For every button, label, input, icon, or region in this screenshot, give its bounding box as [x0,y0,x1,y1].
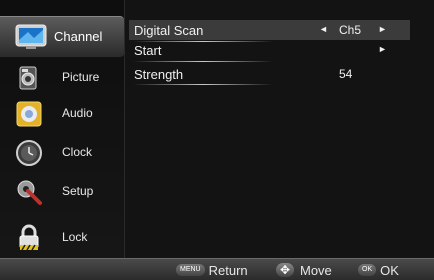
menu-row-label: Digital Scan [134,23,204,38]
return-label: Return [208,262,248,278]
footer-move-hint: ✥ Move [276,262,332,278]
tv-icon [14,22,47,52]
channel-menu-panel: Digital Scan ◄ Ch5 ► Start ► Strength 54 [125,0,434,258]
sidebar-item-audio[interactable]: Audio [0,94,124,134]
sidebar: Channel Picture Audio Clock Setup Lock [0,0,125,258]
sidebar-item-label: Picture [62,70,100,84]
menu-row-value: 54 [339,67,353,81]
arrow-right-icon[interactable]: ► [378,24,387,34]
clock-icon [14,138,44,168]
audio-icon [14,99,44,129]
setup-tools-icon [14,177,44,207]
sidebar-item-setup[interactable]: Setup [0,172,124,212]
menu-button-icon: MENU [176,264,205,276]
arrow-left-icon[interactable]: ◄ [319,24,328,34]
menu-row-value: Ch5 [339,23,362,37]
sidebar-item-label: Setup [62,184,94,198]
menu-row-digital-scan[interactable]: Digital Scan ◄ Ch5 ► [129,20,410,40]
sidebar-item-picture[interactable]: Picture [0,58,124,98]
menu-row-start[interactable]: Start ► [129,40,410,60]
ok-label: OK [380,262,399,278]
sidebar-item-channel[interactable]: Channel [0,16,124,58]
separator [133,84,273,85]
sidebar-item-label: Channel [54,29,103,44]
footer-return-hint: MENU Return [176,262,248,278]
sidebar-item-lock[interactable]: Lock [0,218,124,258]
footer-ok-hint: OK OK [358,262,399,278]
sidebar-item-clock[interactable]: Clock [0,133,124,173]
sidebar-item-label: Clock [62,145,93,159]
camera-icon [14,63,44,93]
ok-button-icon: OK [358,264,377,276]
move-arrows-icon: ✥ [276,263,294,277]
separator [133,61,273,62]
move-label: Move [300,262,332,278]
lock-icon [14,223,44,253]
menu-row-label: Start [134,43,162,58]
menu-row-strength: Strength 54 [129,64,410,84]
sidebar-item-label: Audio [62,106,93,120]
arrow-right-icon[interactable]: ► [378,44,387,54]
menu-row-label: Strength [134,67,184,82]
sidebar-item-label: Lock [62,230,88,244]
tv-osd-screen: Channel Picture Audio Clock Setup Lock D… [0,0,434,280]
footer-hint-bar: MENU Return ✥ Move OK OK [0,258,434,280]
